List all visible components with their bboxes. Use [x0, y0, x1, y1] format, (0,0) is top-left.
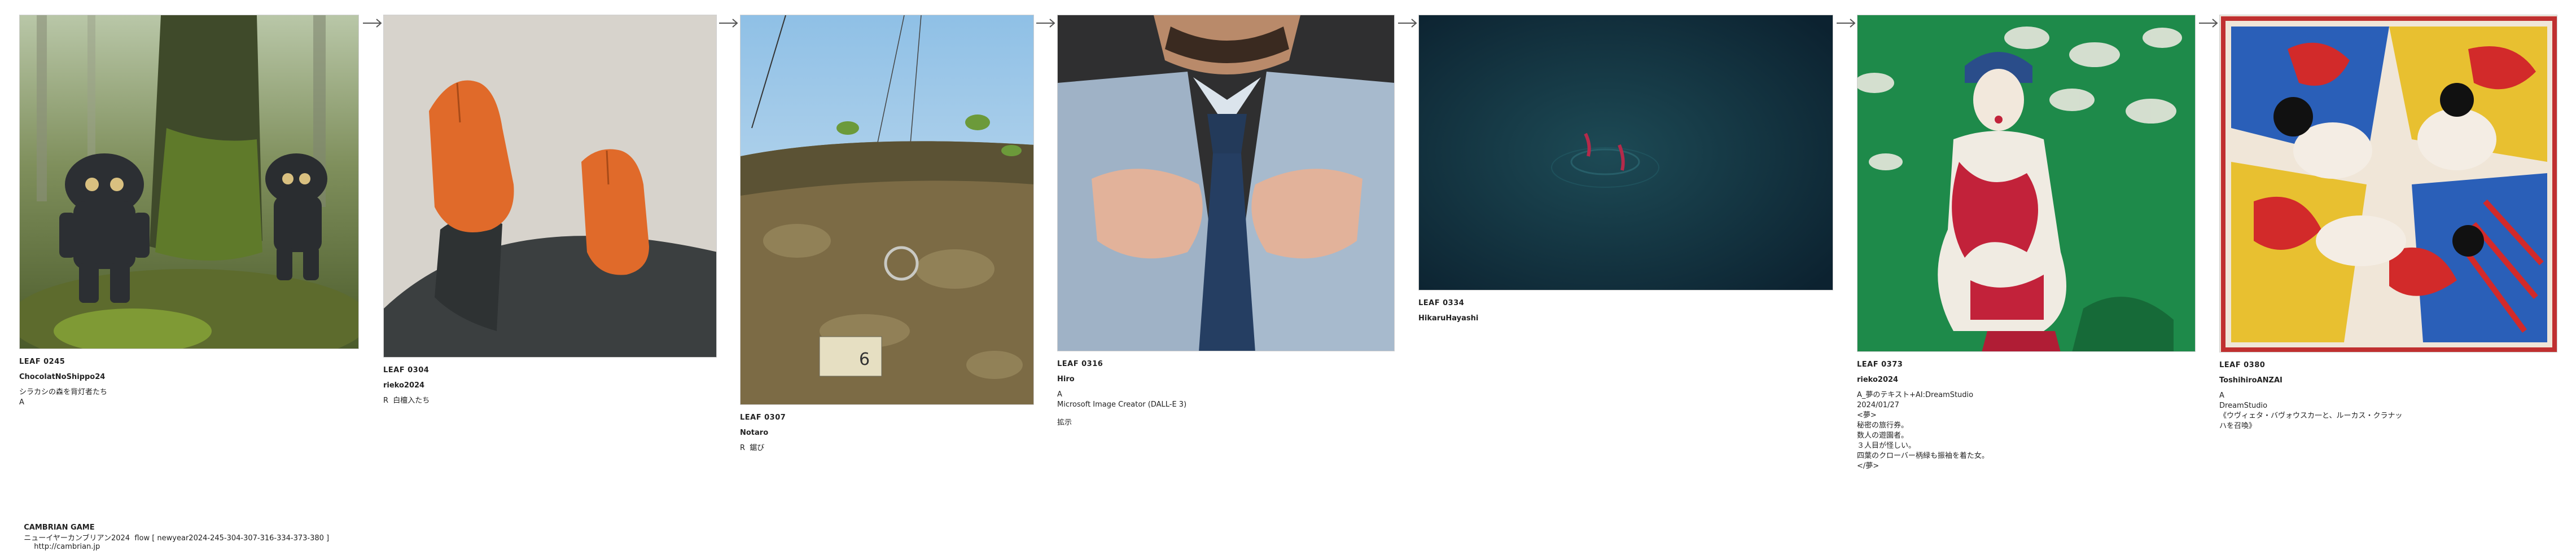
leaf-image-0373[interactable]: [1857, 15, 2196, 352]
footer: CAMBRIAN GAME ニューイヤーカンブリアン2024 flow [ ne…: [19, 515, 329, 551]
leaf-number: LEAF 0245: [19, 358, 65, 366]
leaf-image-0334[interactable]: [1418, 15, 1833, 290]
svg-text:6: 6: [859, 350, 870, 369]
right-arrow-icon: [1398, 19, 1417, 28]
leaf-card-0373[interactable]: LEAF 0373 rieko2024 A_夢のテキスト+AI:DreamStu…: [1857, 15, 2196, 471]
caption-line: 《ウヴィェタ・バヴォウスカ一と、ルーカス・クラナッ: [2219, 412, 2403, 420]
leaf-image-0316[interactable]: [1057, 15, 1395, 351]
leaf-card-0245[interactable]: LEAF 0245 ChocolatNoShippo24 シラカシの森を背灯者た…: [19, 15, 359, 408]
author-name[interactable]: Notaro: [740, 428, 1034, 438]
author-name[interactable]: rieko2024: [383, 381, 717, 391]
kimono-figure-image: [1857, 15, 2195, 351]
caption-extra: 拡示: [1057, 418, 1072, 427]
leaf-number: LEAF 0307: [740, 413, 786, 422]
leaf-image-0304[interactable]: [383, 15, 717, 358]
caption-line: R 鋸び: [740, 444, 765, 452]
author-name[interactable]: Hiro: [1057, 374, 1395, 385]
leaf-image-0380[interactable]: [2219, 15, 2557, 352]
leaf-number: LEAF 0304: [383, 366, 430, 374]
caption-line: ハを召喚》: [2219, 422, 2257, 430]
wall-ring-image: 6: [741, 15, 1033, 404]
forest-figures-image: [20, 15, 358, 349]
caption-line: A: [2219, 391, 2224, 400]
caption-line: 秘密の旅行券。: [1857, 421, 1909, 430]
game-name: CAMBRIAN GAME: [24, 523, 95, 532]
leaf-image-0307[interactable]: 6: [740, 15, 1034, 405]
leaf-number: LEAF 0334: [1418, 299, 1465, 307]
caption-line: 四葉のクローバー柄緑も振袖を着た女。: [1857, 452, 1989, 460]
caption-line: A: [1057, 390, 1062, 399]
cubist-painting-image: [2220, 15, 2557, 352]
leaf-card-0316[interactable]: LEAF 0316 Hiro A Microsoft Image Creator…: [1057, 15, 1395, 428]
right-arrow-icon: [363, 19, 382, 28]
author-name[interactable]: ToshihiroANZAI: [2219, 376, 2557, 386]
caption-line: A: [19, 398, 24, 407]
leaf-card-0334[interactable]: LEAF 0334 HikaruHayashi: [1418, 15, 1833, 329]
right-arrow-icon: [1036, 19, 1055, 28]
caption-line: R 白檀入たち: [383, 396, 430, 405]
caption-line: ３人目が怪しい。: [1857, 442, 1916, 450]
author-name[interactable]: ChocolatNoShippo24: [19, 372, 359, 382]
leaf-number: LEAF 0373: [1857, 360, 1903, 369]
caption-line: </夢>: [1857, 462, 1880, 470]
right-arrow-icon: [2199, 19, 2218, 28]
caption-line: A_夢のテキスト+AI:DreamStudio: [1857, 391, 1974, 399]
caption-line: <夢>: [1857, 411, 1877, 420]
right-arrow-icon: [719, 19, 738, 28]
leaf-card-0304[interactable]: LEAF 0304 rieko2024 R 白檀入たち: [383, 15, 717, 406]
leaf-number: LEAF 0316: [1057, 360, 1103, 368]
dark-water-image: [1419, 15, 1833, 290]
caption-line: 2024/01/27: [1857, 401, 1899, 409]
caption-line: DreamStudio: [2219, 402, 2268, 410]
author-name[interactable]: HikaruHayashi: [1418, 314, 1833, 324]
tabi-socks-image: [384, 15, 716, 357]
caption-line: 数人の遊園者。: [1857, 431, 1909, 440]
leaf-card-0307[interactable]: 6 LEAF 0307 Notaro R 鋸び: [740, 15, 1034, 453]
flow-text: ニューイヤーカンブリアン2024 flow [ newyear2024-245-…: [24, 534, 330, 543]
necktie-image: [1058, 15, 1394, 351]
site-link[interactable]: http://cambrian.jp: [34, 543, 100, 551]
right-arrow-icon: [1837, 19, 1856, 28]
leaf-card-0380[interactable]: LEAF 0380 ToshihiroANZAI A DreamStudio 《…: [2219, 15, 2557, 431]
caption-line: Microsoft Image Creator (DALL-E 3): [1057, 400, 1187, 409]
author-name[interactable]: rieko2024: [1857, 375, 2196, 385]
caption-line: シラカシの森を背灯者たち: [19, 388, 108, 396]
leaf-number: LEAF 0380: [2219, 361, 2266, 369]
leaf-image-0245[interactable]: [19, 15, 359, 349]
